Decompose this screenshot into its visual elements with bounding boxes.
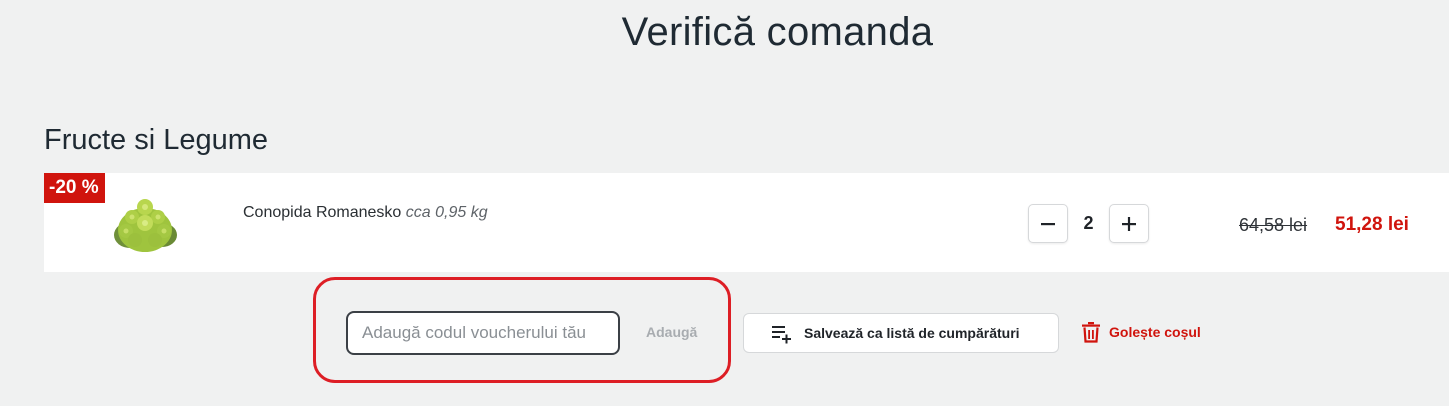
save-as-shopping-list-button[interactable]: Salvează ca listă de cumpărături <box>743 313 1059 353</box>
voucher-code-input[interactable] <box>346 311 620 355</box>
clear-cart-label: Golește coșul <box>1109 324 1201 340</box>
quantity-value: 2 <box>1083 213 1094 233</box>
trash-icon <box>1081 321 1101 343</box>
romanesco-cauliflower-image <box>114 199 177 252</box>
product-name[interactable]: Conopida Romanesko cca 0,95 kg <box>243 204 488 222</box>
product-image[interactable] <box>108 185 182 259</box>
playlist-add-icon <box>770 322 792 344</box>
old-price: 64,58 lei <box>1239 215 1308 235</box>
cart-item-row: -20 % Conopida Romanesko cca 0,95 kg 2 6… <box>44 173 1449 272</box>
product-weight: cca 0,95 kg <box>405 204 488 221</box>
product-name-text: Conopida Romanesko <box>243 204 402 221</box>
decrement-button[interactable] <box>1028 204 1068 243</box>
clear-cart-button[interactable]: Golește coșul <box>1081 321 1201 343</box>
increment-button[interactable] <box>1109 204 1149 243</box>
page-title: Verifică comanda <box>621 10 934 54</box>
minus-icon <box>1041 222 1055 225</box>
new-price: 51,28 lei <box>1335 214 1409 235</box>
category-title: Fructe si Legume <box>44 124 269 156</box>
voucher-add-button[interactable]: Adaugă <box>646 324 697 340</box>
plus-icon <box>1122 216 1136 231</box>
quantity-stepper: 2 <box>1028 204 1149 243</box>
save-list-label: Salvează ca listă de cumpărături <box>804 325 1020 341</box>
discount-badge: -20 % <box>44 173 105 203</box>
cart-review-page: Verifică comanda Fructe si Legume -20 % <box>0 0 1449 406</box>
